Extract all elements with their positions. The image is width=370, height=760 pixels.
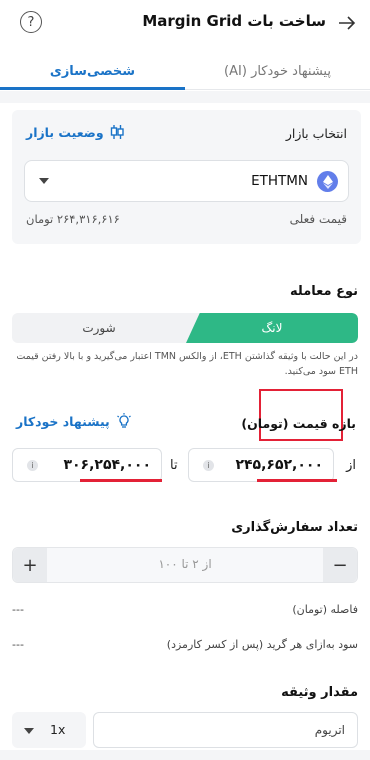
plus-button[interactable]: +: [13, 548, 47, 582]
highlight-underline: [80, 479, 162, 482]
chevron-down-icon: [39, 178, 49, 184]
auto-suggest-label: پیشنهاد خودکار: [16, 413, 110, 429]
leverage-select[interactable]: 1x: [12, 712, 86, 748]
current-price-label: قیمت فعلی: [289, 212, 347, 226]
long-option[interactable]: لانگ: [186, 313, 358, 343]
bottom-band: [0, 750, 370, 760]
tab-auto-suggest[interactable]: پیشنهاد خودکار (AI): [185, 52, 370, 90]
highlight-box: [259, 389, 343, 441]
auto-suggest-link[interactable]: پیشنهاد خودکار: [16, 413, 132, 429]
collateral-placeholder: اتریوم: [314, 723, 345, 737]
market-label: انتخاب بازار: [285, 126, 347, 141]
tab-bar: پیشنهاد خودکار (AI) شخصی‌سازی: [0, 52, 370, 90]
header: ساخت بات Margin Grid ?: [0, 0, 370, 46]
info-icon[interactable]: i: [27, 460, 38, 471]
price-range-title: بازه قیمت (تومان): [241, 416, 356, 431]
help-icon[interactable]: ?: [20, 11, 42, 33]
price-from-input[interactable]: ۲۴۵,۶۵۲,۰۰۰ i: [188, 448, 334, 482]
market-status-label: وضعیت بازار: [26, 124, 104, 140]
leverage-value: 1x: [50, 722, 66, 737]
profit-per-grid-label: سود به‌ازای هر گرید (پس از کسر کارمزد): [166, 638, 358, 651]
collateral-title: مقدار وثیقه: [281, 685, 358, 700]
grid-spacing-value: ---: [12, 603, 24, 616]
info-icon[interactable]: i: [203, 460, 214, 471]
market-select[interactable]: ETHTMN: [24, 160, 349, 202]
active-tab-underline: [0, 87, 185, 90]
price-to-input[interactable]: ۳۰۶,۲۵۴,۰۰۰ i: [12, 448, 162, 482]
chevron-down-icon: [24, 728, 34, 734]
market-status-link[interactable]: وضعیت بازار: [26, 124, 124, 140]
to-label: تا: [170, 458, 178, 473]
from-label: از: [346, 458, 356, 473]
page-title: ساخت بات Margin Grid: [142, 12, 326, 30]
trade-type-note: در این حالت با وثیقه گذاشتن ETH، از والک…: [16, 351, 358, 377]
lightbulb-icon: [116, 413, 131, 428]
current-price-value: ۲۶۴,۳۱۶,۶۱۶ تومان: [26, 212, 120, 226]
price-to-value: ۳۰۶,۲۵۴,۰۰۰: [63, 457, 151, 473]
candlestick-icon: [110, 125, 124, 139]
highlight-underline: [257, 479, 337, 482]
price-from-value: ۲۴۵,۶۵۲,۰۰۰: [235, 457, 323, 473]
trade-type-toggle: لانگ شورت: [12, 313, 358, 343]
order-count-input[interactable]: از ۲ تا ۱۰۰: [13, 557, 357, 571]
market-card: انتخاب بازار وضعیت بازار ETHTMN قیمت فعل…: [12, 110, 361, 244]
market-select-value: ETHTMN: [251, 173, 308, 189]
ethereum-icon: [317, 171, 338, 192]
collateral-input[interactable]: اتریوم: [93, 712, 358, 748]
order-count-title: تعداد سفارش‌گذاری: [231, 520, 358, 535]
short-option[interactable]: شورت: [12, 313, 186, 343]
tab-customize[interactable]: شخصی‌سازی: [0, 52, 185, 90]
arrow-right-icon[interactable]: [334, 10, 360, 36]
grid-spacing-label: فاصله (تومان): [292, 603, 358, 616]
trade-type-title: نوع معامله: [290, 284, 358, 299]
profit-per-grid-value: ---: [12, 638, 24, 651]
divider: [0, 91, 370, 103]
order-count-stepper: − از ۲ تا ۱۰۰ +: [12, 547, 358, 583]
